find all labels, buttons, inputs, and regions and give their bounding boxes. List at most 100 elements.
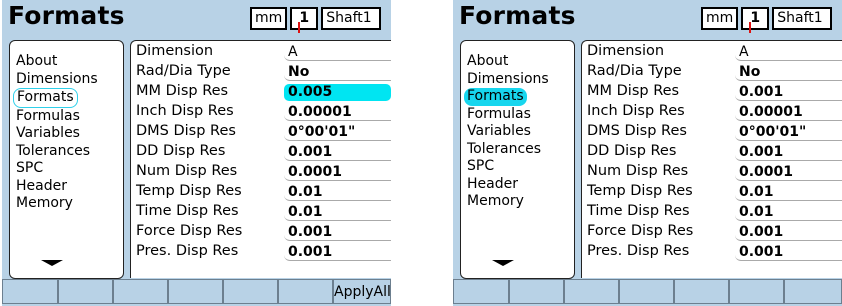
row-force-disp-res[interactable]: Force Disp Res 0.001 <box>136 223 391 243</box>
menu-item-formulas[interactable]: Formulas <box>464 106 534 124</box>
dimension-value[interactable]: A <box>735 44 842 61</box>
dms-disp-res-value[interactable]: 0°00'01" <box>284 124 391 141</box>
force-disp-res-value[interactable]: 0.001 <box>284 224 391 241</box>
menu-item-spc[interactable]: SPC <box>13 160 46 178</box>
row-force-disp-res[interactable]: Force Disp Res 0.001 <box>587 223 842 243</box>
menu-item-header[interactable]: Header <box>464 176 521 194</box>
units-button[interactable]: mm <box>250 7 288 30</box>
menu-item-formulas[interactable]: Formulas <box>13 108 83 126</box>
units-button[interactable]: mm <box>701 7 739 30</box>
row-label: MM Disp Res <box>587 83 680 99</box>
page-title: Formats <box>459 1 576 30</box>
force-disp-res-value[interactable]: 0.001 <box>735 224 842 241</box>
row-temp-disp-res[interactable]: Temp Disp Res 0.01 <box>587 183 842 203</box>
row-dimension[interactable]: Dimension A <box>136 43 391 63</box>
row-inch-disp-res[interactable]: Inch Disp Res 0.00001 <box>587 103 842 123</box>
row-num-disp-res[interactable]: Num Disp Res 0.0001 <box>587 163 842 183</box>
softkey-5[interactable] <box>223 279 278 304</box>
num-disp-res-value[interactable]: 0.0001 <box>735 164 842 181</box>
menu-item-header[interactable]: Header <box>13 178 70 196</box>
inch-disp-res-value[interactable]: 0.00001 <box>735 104 842 121</box>
row-label: Force Disp Res <box>136 223 243 239</box>
softkey-5[interactable] <box>674 279 729 304</box>
softkey-4[interactable] <box>168 279 223 304</box>
dd-disp-res-value[interactable]: 0.001 <box>735 144 842 161</box>
rad-dia-value[interactable]: No <box>284 64 391 81</box>
menu-item-tolerances[interactable]: Tolerances <box>464 141 544 159</box>
row-mm-disp-res[interactable]: MM Disp Res 0.001 <box>587 83 842 103</box>
softkey-2[interactable] <box>509 279 564 304</box>
softkey-2[interactable] <box>58 279 113 304</box>
row-inch-disp-res[interactable]: Inch Disp Res 0.00001 <box>136 103 391 123</box>
temp-disp-res-value[interactable]: 0.01 <box>735 184 842 201</box>
row-label: Inch Disp Res <box>136 103 234 119</box>
formats-screen-right: Formats mm 1 Shaft1 About Dimensions For… <box>453 0 842 306</box>
menu-item-tolerances[interactable]: Tolerances <box>13 143 93 161</box>
mm-disp-res-value[interactable]: 0.005 <box>284 84 391 101</box>
row-pres-disp-res[interactable]: Pres. Disp Res 0.001 <box>587 243 842 263</box>
menu-item-variables[interactable]: Variables <box>464 123 534 141</box>
pres-disp-res-value[interactable]: 0.001 <box>284 244 391 261</box>
menu-item-variables[interactable]: Variables <box>13 125 83 143</box>
inch-disp-res-value[interactable]: 0.00001 <box>284 104 391 121</box>
row-label: Force Disp Res <box>587 223 694 239</box>
time-disp-res-value[interactable]: 0.01 <box>735 204 842 221</box>
row-label: Time Disp Res <box>587 203 690 219</box>
row-rad-dia-type[interactable]: Rad/Dia Type No <box>587 63 842 83</box>
rad-dia-value[interactable]: No <box>735 64 842 81</box>
dms-disp-res-value[interactable]: 0°00'01" <box>735 124 842 141</box>
softkey-4[interactable] <box>619 279 674 304</box>
dd-disp-res-value[interactable]: 0.001 <box>284 144 391 161</box>
formats-panel: Dimension A Rad/Dia Type No MM Disp Res 0.0… <box>581 40 842 278</box>
menu-item-memory[interactable]: Memory <box>13 195 76 213</box>
menu-item-formats[interactable]: Formats <box>13 88 78 108</box>
row-dms-disp-res[interactable]: DMS Disp Res 0°00'01" <box>136 123 391 143</box>
softkey-6[interactable] <box>278 279 333 304</box>
softkey-3[interactable] <box>564 279 619 304</box>
softkey-6[interactable] <box>729 279 784 304</box>
datum-button[interactable]: 1 <box>741 7 770 33</box>
setup-menu: About Dimensions Formats Formulas Variab… <box>460 40 575 279</box>
row-dms-disp-res[interactable]: DMS Disp Res 0°00'01" <box>587 123 842 143</box>
row-dd-disp-res[interactable]: DD Disp Res 0.001 <box>136 143 391 163</box>
num-disp-res-value[interactable]: 0.0001 <box>284 164 391 181</box>
softkey-7[interactable] <box>784 279 842 304</box>
menu-item-spc[interactable]: SPC <box>464 158 497 176</box>
row-label: DMS Disp Res <box>136 123 236 139</box>
row-label: Pres. Disp Res <box>136 243 239 259</box>
row-label: Rad/Dia Type <box>136 63 231 79</box>
menu-item-dimensions[interactable]: Dimensions <box>13 71 101 89</box>
header-buttons: mm 1 Shaft1 <box>701 7 833 33</box>
row-dimension[interactable]: Dimension A <box>587 43 842 63</box>
pres-disp-res-value[interactable]: 0.001 <box>735 244 842 261</box>
datum-button[interactable]: 1 <box>290 7 319 33</box>
row-mm-disp-res[interactable]: MM Disp Res 0.005 <box>136 83 391 103</box>
part-button[interactable]: Shaft1 <box>772 7 833 30</box>
scroll-down-icon[interactable] <box>41 260 63 266</box>
softkey-1[interactable] <box>453 279 509 304</box>
row-label: DD Disp Res <box>587 143 677 159</box>
mm-disp-res-value[interactable]: 0.001 <box>735 84 842 101</box>
menu-item-about[interactable]: About <box>13 53 60 71</box>
row-label: Num Disp Res <box>136 163 238 179</box>
time-disp-res-value[interactable]: 0.01 <box>284 204 391 221</box>
dimension-value[interactable]: A <box>284 44 391 61</box>
temp-disp-res-value[interactable]: 0.01 <box>284 184 391 201</box>
scroll-down-icon[interactable] <box>492 260 514 266</box>
softkey-bar <box>453 279 842 306</box>
row-time-disp-res[interactable]: Time Disp Res 0.01 <box>587 203 842 223</box>
row-rad-dia-type[interactable]: Rad/Dia Type No <box>136 63 391 83</box>
row-dd-disp-res[interactable]: DD Disp Res 0.001 <box>587 143 842 163</box>
part-button[interactable]: Shaft1 <box>321 7 382 30</box>
apply-all-button[interactable]: ApplyAll <box>333 279 391 304</box>
row-num-disp-res[interactable]: Num Disp Res 0.0001 <box>136 163 391 183</box>
menu-item-about[interactable]: About <box>464 53 511 71</box>
softkey-3[interactable] <box>113 279 168 304</box>
menu-item-formats[interactable]: Formats <box>464 88 527 106</box>
row-pres-disp-res[interactable]: Pres. Disp Res 0.001 <box>136 243 391 263</box>
softkey-1[interactable] <box>2 279 58 304</box>
row-temp-disp-res[interactable]: Temp Disp Res 0.01 <box>136 183 391 203</box>
menu-item-dimensions[interactable]: Dimensions <box>464 71 552 89</box>
menu-item-memory[interactable]: Memory <box>464 193 527 211</box>
row-time-disp-res[interactable]: Time Disp Res 0.01 <box>136 203 391 223</box>
